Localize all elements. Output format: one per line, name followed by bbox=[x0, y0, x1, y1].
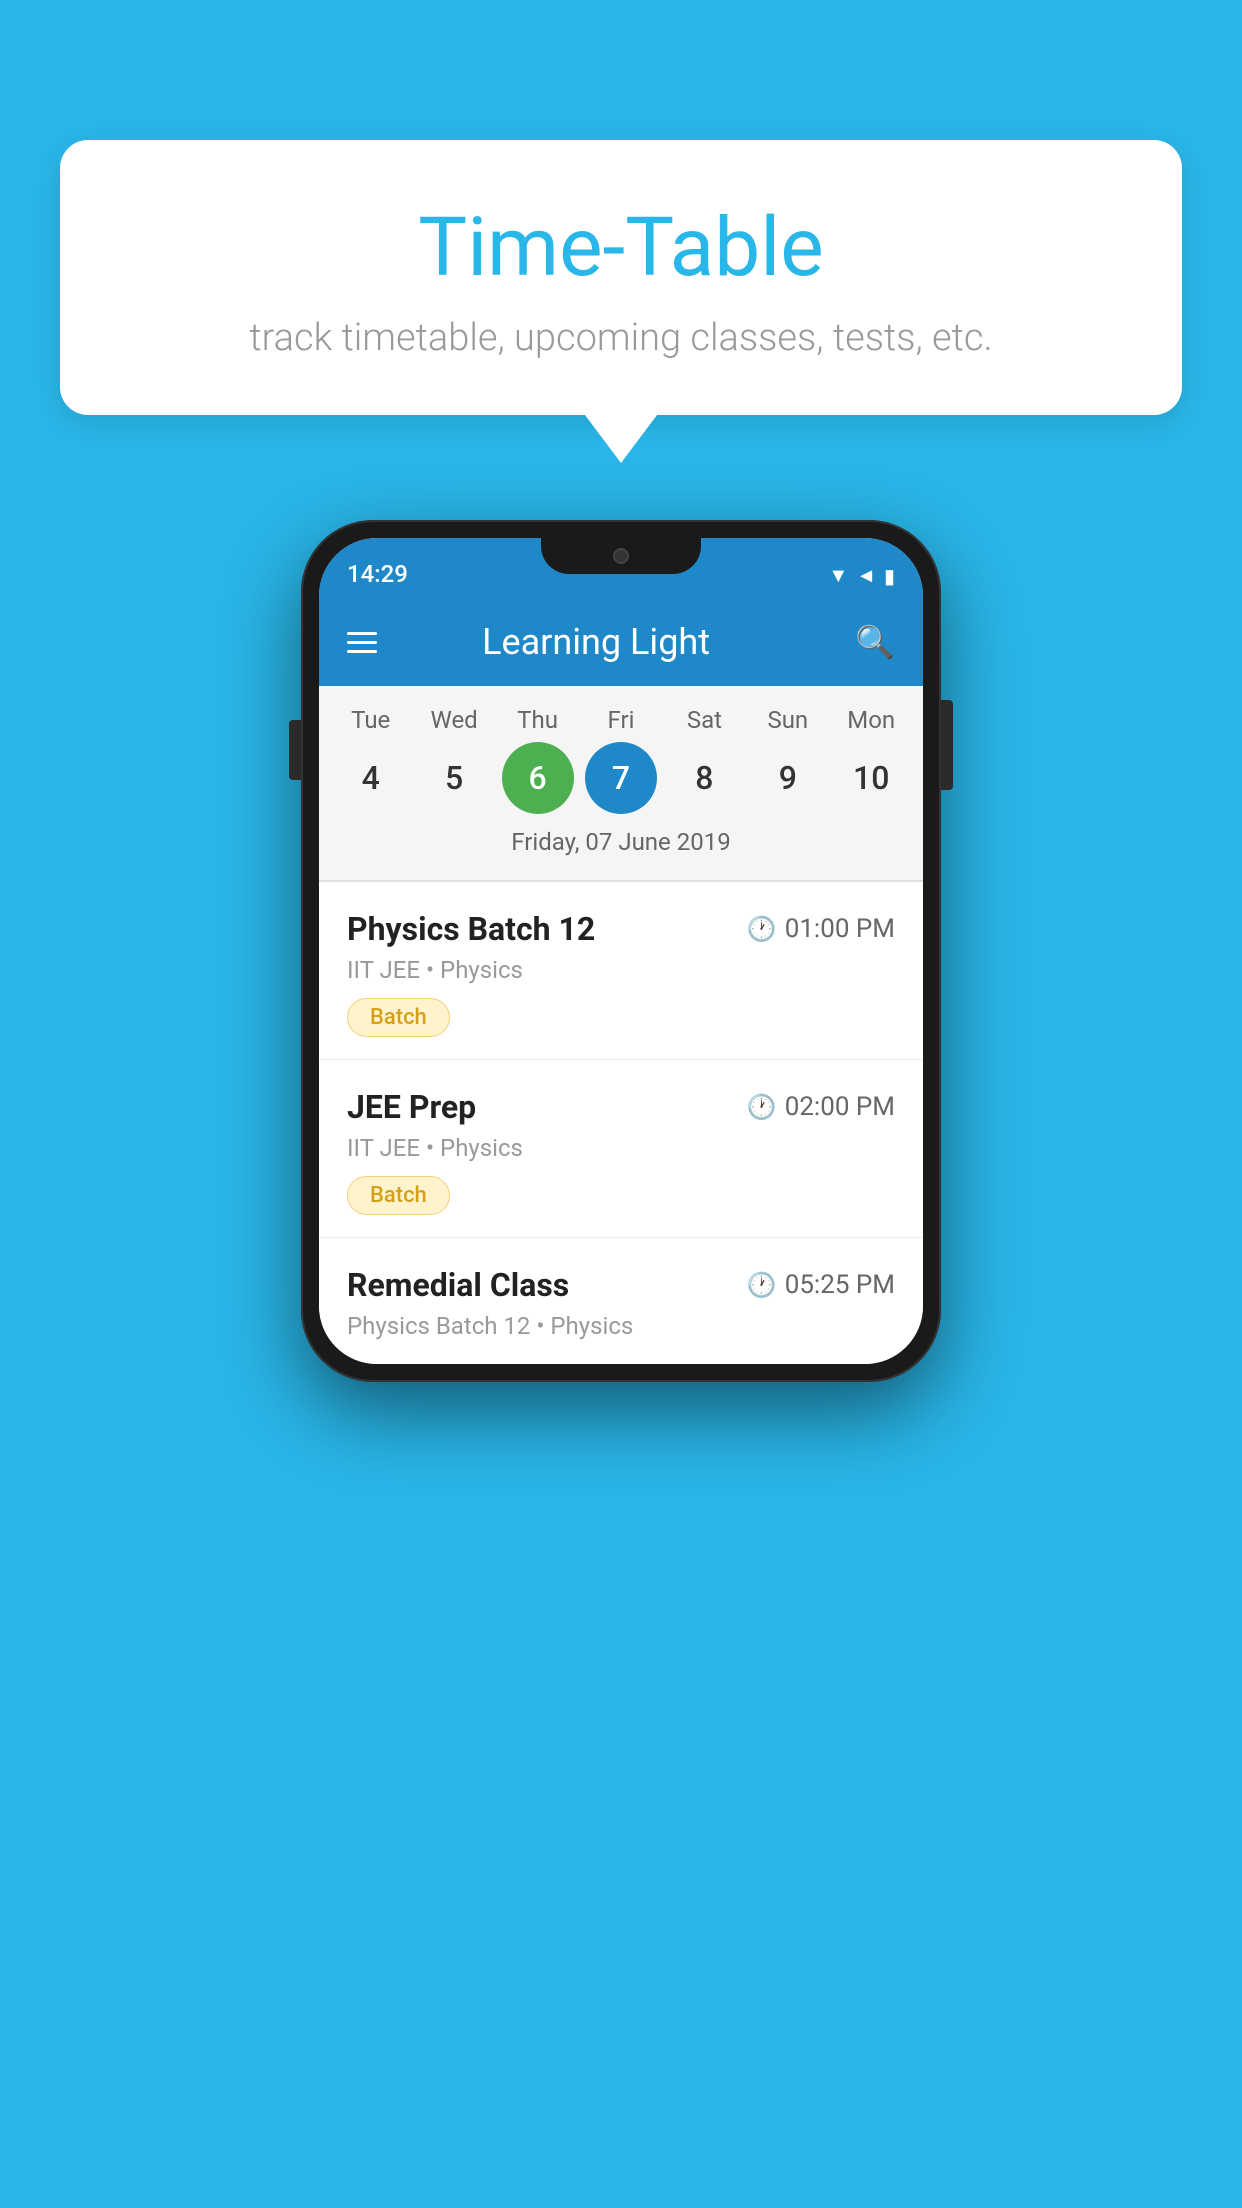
day-label-mon: Mon bbox=[835, 706, 907, 734]
speech-bubble: Time-Table track timetable, upcoming cla… bbox=[60, 140, 1182, 415]
schedule-item-3[interactable]: Remedial Class 🕐 05:25 PM Physics Batch … bbox=[319, 1238, 923, 1364]
day-label-fri: Fri bbox=[585, 706, 657, 734]
day-label-wed: Wed bbox=[418, 706, 490, 734]
phone-screen: 14:29 ▼ ◄ ▮ Learning Light 🔍 bbox=[319, 538, 923, 1364]
wifi-icon: ▼ bbox=[828, 563, 848, 588]
schedule-item-2-name: JEE Prep bbox=[347, 1088, 476, 1126]
battery-icon: ▮ bbox=[884, 564, 895, 588]
signal-icon: ◄ bbox=[856, 563, 876, 588]
schedule-item-1-sub: IIT JEE • Physics bbox=[347, 956, 895, 984]
app-title: Learning Light bbox=[337, 621, 855, 663]
day-num-8[interactable]: 8 bbox=[668, 742, 740, 814]
day-label-thu: Thu bbox=[502, 706, 574, 734]
status-icons: ▼ ◄ ▮ bbox=[828, 563, 895, 588]
status-time: 14:29 bbox=[347, 560, 408, 588]
schedule-item-3-time: 🕐 05:25 PM bbox=[747, 1270, 895, 1300]
schedule-item-1[interactable]: Physics Batch 12 🕐 01:00 PM IIT JEE • Ph… bbox=[319, 882, 923, 1060]
phone-mockup: 14:29 ▼ ◄ ▮ Learning Light 🔍 bbox=[301, 520, 941, 1382]
app-header: Learning Light 🔍 bbox=[319, 598, 923, 686]
camera-dot bbox=[613, 548, 629, 564]
day-labels: Tue Wed Thu Fri Sat Sun Mon bbox=[319, 706, 923, 734]
clock-icon-1: 🕐 bbox=[747, 915, 777, 943]
schedule-item-2-header: JEE Prep 🕐 02:00 PM bbox=[347, 1088, 895, 1126]
batch-tag-1: Batch bbox=[347, 998, 450, 1037]
day-num-7[interactable]: 7 bbox=[585, 742, 657, 814]
phone-notch bbox=[541, 538, 701, 574]
batch-tag-2: Batch bbox=[347, 1176, 450, 1215]
schedule-item-2[interactable]: JEE Prep 🕐 02:00 PM IIT JEE • Physics Ba… bbox=[319, 1060, 923, 1238]
schedule-item-1-time-text: 01:00 PM bbox=[785, 914, 895, 944]
schedule-item-3-header: Remedial Class 🕐 05:25 PM bbox=[347, 1266, 895, 1304]
phone-outer: 14:29 ▼ ◄ ▮ Learning Light 🔍 bbox=[301, 520, 941, 1382]
day-label-sun: Sun bbox=[752, 706, 824, 734]
clock-icon-2: 🕐 bbox=[747, 1093, 777, 1121]
search-icon[interactable]: 🔍 bbox=[855, 623, 895, 661]
selected-date-label: Friday, 07 June 2019 bbox=[319, 824, 923, 870]
schedule-item-2-time: 🕐 02:00 PM bbox=[747, 1092, 895, 1122]
schedule-item-1-name: Physics Batch 12 bbox=[347, 910, 595, 948]
speech-bubble-subtitle: track timetable, upcoming classes, tests… bbox=[140, 316, 1102, 360]
speech-bubble-title: Time-Table bbox=[140, 200, 1102, 296]
clock-icon-3: 🕐 bbox=[747, 1271, 777, 1299]
schedule-item-1-header: Physics Batch 12 🕐 01:00 PM bbox=[347, 910, 895, 948]
schedule-item-3-time-text: 05:25 PM bbox=[785, 1270, 895, 1300]
speech-bubble-tail bbox=[585, 415, 657, 463]
day-num-9[interactable]: 9 bbox=[752, 742, 824, 814]
day-num-6[interactable]: 6 bbox=[502, 742, 574, 814]
day-num-10[interactable]: 10 bbox=[835, 742, 907, 814]
speech-bubble-container: Time-Table track timetable, upcoming cla… bbox=[60, 140, 1182, 463]
day-label-tue: Tue bbox=[335, 706, 407, 734]
schedule-item-2-time-text: 02:00 PM bbox=[785, 1092, 895, 1122]
day-num-5[interactable]: 5 bbox=[418, 742, 490, 814]
day-numbers: 4 5 6 7 8 9 10 bbox=[319, 742, 923, 814]
schedule-item-3-sub: Physics Batch 12 • Physics bbox=[347, 1312, 895, 1340]
calendar-strip: Tue Wed Thu Fri Sat Sun Mon 4 5 6 7 8 9 … bbox=[319, 686, 923, 880]
schedule-item-3-name: Remedial Class bbox=[347, 1266, 569, 1304]
schedule-item-1-time: 🕐 01:00 PM bbox=[747, 914, 895, 944]
schedule-item-2-sub: IIT JEE • Physics bbox=[347, 1134, 895, 1162]
day-label-sat: Sat bbox=[668, 706, 740, 734]
day-num-4[interactable]: 4 bbox=[335, 742, 407, 814]
